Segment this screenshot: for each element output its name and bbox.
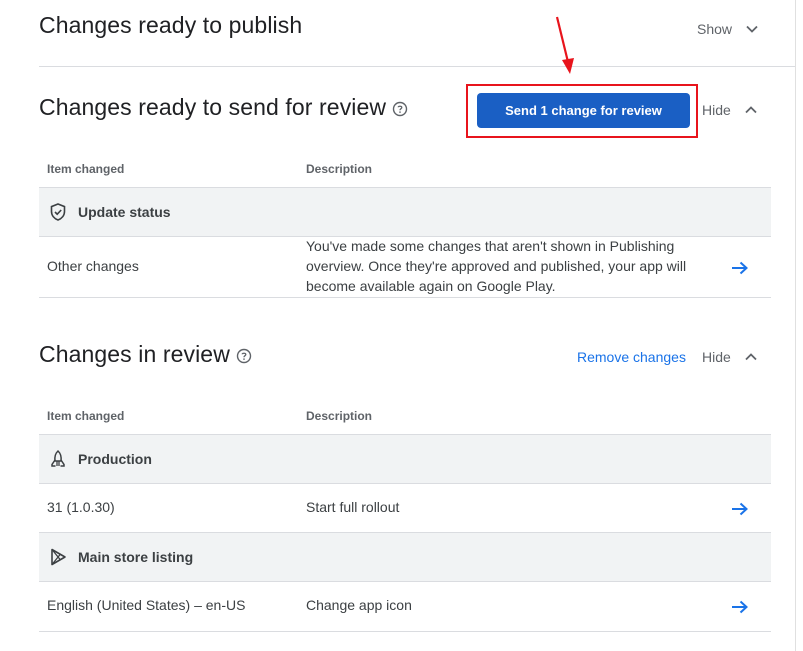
row-item-label: 31 (1.0.30) (47, 499, 115, 515)
send-hide-toggle[interactable]: Hide (702, 102, 757, 118)
send-for-review-button[interactable]: Send 1 change for review (477, 93, 690, 128)
review-hide-toggle[interactable]: Hide (702, 349, 757, 365)
table-row[interactable]: 31 (1.0.30) Start full rollout (39, 483, 771, 532)
annotation-arrow-icon (555, 16, 574, 74)
row-description: Start full rollout (306, 499, 400, 515)
column-header-item: Item changed (47, 409, 125, 423)
table-row[interactable]: English (United States) – en-US Change a… (39, 581, 771, 632)
chevron-up-icon (745, 353, 757, 361)
send-section-title: Changes ready to send for review (39, 94, 408, 121)
description-line: overview. Once they're approved and publ… (306, 258, 687, 274)
row-item-label: Other changes (47, 258, 139, 274)
scrollbar-track[interactable] (795, 0, 796, 651)
group-row-main-store-listing: Main store listing (39, 532, 771, 581)
column-header-description: Description (306, 409, 373, 423)
column-header-description: Description (306, 162, 373, 176)
group-row-update-status: Update status (39, 187, 771, 236)
group-row-production: Production (39, 434, 771, 483)
remove-changes-link[interactable]: Remove changes (577, 349, 686, 365)
play-store-icon (51, 548, 66, 566)
section-divider (39, 66, 795, 67)
publish-section-title: Changes ready to publish (39, 12, 303, 38)
description-line: You've made some changes that aren't sho… (306, 238, 675, 254)
group-label: Main store listing (78, 549, 194, 565)
group-label: Update status (78, 204, 171, 220)
help-icon[interactable] (236, 348, 252, 364)
description-line: become available again on Google Play. (306, 278, 556, 294)
arrow-right-icon[interactable] (731, 600, 749, 614)
send-changes-table: Item changed Description Update status O… (39, 155, 771, 298)
review-hide-label: Hide (702, 349, 731, 365)
arrow-right-icon[interactable] (731, 502, 749, 516)
publish-show-label: Show (697, 21, 733, 37)
row-description: Change app icon (306, 597, 412, 613)
publish-show-toggle[interactable]: Show (697, 21, 758, 37)
rocket-icon (51, 449, 65, 467)
review-changes-table: Item changed Description Production 31 (… (39, 402, 771, 632)
send-hide-label: Hide (702, 102, 731, 118)
row-item-label: English (United States) – en-US (47, 597, 246, 613)
send-section-title-text: Changes ready to send for review (39, 94, 387, 120)
chevron-down-icon (746, 25, 758, 33)
arrow-right-icon[interactable] (731, 261, 749, 275)
group-label: Production (78, 451, 152, 467)
table-row[interactable]: Other changes You've made some changes t… (39, 236, 771, 298)
shield-check-icon (50, 203, 66, 221)
help-icon[interactable] (392, 101, 408, 117)
column-header-item: Item changed (47, 162, 125, 176)
chevron-up-icon (745, 106, 757, 114)
row-description: You've made some changes that aren't sho… (306, 236, 686, 296)
review-section-title: Changes in review (39, 341, 252, 368)
review-section-title-text: Changes in review (39, 341, 230, 367)
